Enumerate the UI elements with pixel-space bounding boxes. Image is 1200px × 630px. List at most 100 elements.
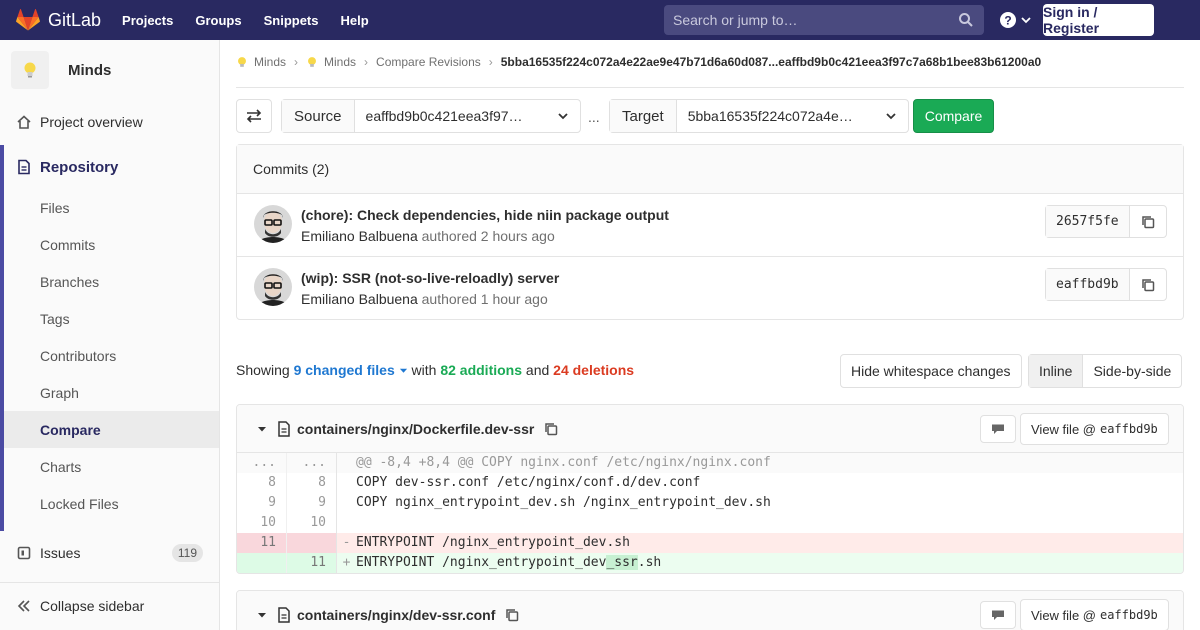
old-line-number[interactable]: 10 (237, 513, 287, 533)
commit-title-link[interactable]: (chore): Check dependencies, hide niin p… (301, 207, 669, 223)
project-header[interactable]: Minds (0, 40, 219, 100)
changed-files-count: 9 changed files (293, 362, 395, 378)
breadcrumb-project[interactable]: Minds (324, 55, 356, 69)
diff-body: ... ... @@ -8,4 +8,4 @@ COPY nginx.conf … (237, 453, 1183, 573)
file-path-link[interactable]: containers/nginx/Dockerfile.dev-ssr (297, 421, 534, 437)
toggle-comments-button[interactable] (980, 601, 1016, 629)
help-dropdown[interactable]: ? (999, 11, 1032, 29)
nav-help[interactable]: Help (341, 13, 369, 28)
nav-snippets[interactable]: Snippets (264, 13, 319, 28)
commit-row: (wip): SSR (not-so-live-reloadly) server… (237, 257, 1183, 320)
swap-revisions-button[interactable] (236, 99, 272, 133)
sidebar-item-commits[interactable]: Commits (4, 226, 219, 263)
view-file-sha: eaffbd9b (1099, 608, 1158, 622)
diff-marker: + (342, 555, 351, 570)
side-by-side-view-button[interactable]: Side-by-side (1083, 355, 1181, 387)
breadcrumb-current[interactable]: 5bba16535f224c072a4e22ae9e47b71d6a60d087… (501, 55, 1041, 69)
new-line-number[interactable]: 8 (287, 473, 337, 493)
issues-icon (17, 546, 31, 560)
caret-down-icon (399, 368, 407, 373)
breadcrumb-compare[interactable]: Compare Revisions (376, 55, 481, 69)
project-avatar (11, 51, 49, 89)
new-line-number[interactable] (287, 533, 337, 553)
commit-title-link[interactable]: (wip): SSR (not-so-live-reloadly) server (301, 270, 559, 286)
new-line-number[interactable]: 11 (287, 553, 337, 573)
copy-icon[interactable] (544, 422, 558, 436)
nav-groups[interactable]: Groups (195, 13, 241, 28)
caret-down-icon[interactable] (257, 424, 267, 434)
caret-down-icon[interactable] (257, 610, 267, 620)
author-avatar[interactable] (254, 205, 292, 243)
breadcrumb-separator: › (488, 55, 493, 69)
sidebar-item-branches[interactable]: Branches (4, 263, 219, 300)
copy-icon[interactable] (505, 608, 519, 622)
sidebar-item-graph[interactable]: Graph (4, 374, 219, 411)
toggle-comments-button[interactable] (980, 415, 1016, 443)
double-chevron-left-icon (17, 600, 30, 612)
target-revision-dropdown[interactable]: 5bba16535f224c072a4e… (677, 100, 908, 132)
search-icon (959, 13, 973, 27)
commit-author-link[interactable]: Emiliano Balbuena (301, 228, 418, 244)
breadcrumb-namespace[interactable]: Minds (254, 55, 286, 69)
breadcrumb-divider (236, 87, 1184, 88)
collapse-sidebar-button[interactable]: Collapse sidebar (0, 594, 219, 618)
author-avatar[interactable] (254, 268, 292, 306)
copy-icon (1141, 278, 1154, 291)
sidebar-item-label: Issues (40, 545, 81, 561)
sign-in-button[interactable]: Sign in / Register (1043, 4, 1154, 36)
compare-button[interactable]: Compare (913, 99, 994, 133)
nav-projects[interactable]: Projects (122, 13, 173, 28)
old-line-number[interactable]: 11 (237, 533, 287, 553)
diff-file-header: containers/nginx/Dockerfile.dev-ssr View… (237, 405, 1183, 453)
sidebar-item-repository[interactable]: Repository (4, 145, 219, 189)
commit-sha-link[interactable]: eaffbd9b (1046, 269, 1130, 300)
diff-code: COPY dev-ssr.conf /etc/nginx/conf.d/dev.… (356, 475, 701, 490)
commit-sha-group: 2657f5fe (1045, 205, 1167, 238)
old-line-number[interactable] (237, 553, 287, 573)
source-revision-dropdown[interactable]: eaffbd9b0c421eea3f97… (355, 100, 580, 132)
view-file-button[interactable]: View file @ eaffbd9b (1020, 413, 1169, 445)
sidebar-item-locked-files[interactable]: Locked Files (4, 485, 219, 522)
sidebar-item-charts[interactable]: Charts (4, 448, 219, 485)
hide-whitespace-button[interactable]: Hide whitespace changes (840, 354, 1022, 388)
inline-view-button[interactable]: Inline (1029, 355, 1084, 387)
sidebar-divider (0, 582, 219, 583)
diff-view-toggle: Inline Side-by-side (1028, 354, 1183, 388)
sidebar-repository-section: Repository Files Commits Branches Tags C… (0, 145, 219, 531)
search-input[interactable]: Search or jump to… (664, 5, 984, 35)
copy-sha-button[interactable] (1130, 269, 1166, 300)
gitlab-home-link[interactable]: GitLab (16, 0, 101, 40)
sidebar-item-tags[interactable]: Tags (4, 300, 219, 337)
home-icon (17, 115, 31, 129)
sidebar-item-files[interactable]: Files (4, 189, 219, 226)
commit-time: authored 1 hour ago (421, 291, 548, 307)
commit-sha-link[interactable]: 2657f5fe (1046, 206, 1130, 237)
old-line-number[interactable]: 9 (237, 493, 287, 513)
new-line-number[interactable]: 9 (287, 493, 337, 513)
diff-code: ENTRYPOINT /nginx_entrypoint_dev_ssr.sh (356, 553, 661, 573)
diff-file-header: containers/nginx/dev-ssr.conf View file … (237, 591, 1183, 630)
new-line-number[interactable]: ... (287, 453, 337, 473)
diff-marker (337, 473, 356, 493)
old-line-number[interactable]: ... (237, 453, 287, 473)
diff-code: COPY nginx_entrypoint_dev.sh /nginx_entr… (356, 495, 771, 510)
sidebar-item-compare[interactable]: Compare (4, 411, 219, 448)
view-file-button[interactable]: View file @ eaffbd9b (1020, 599, 1169, 630)
question-icon: ? (1000, 12, 1016, 28)
lightbulb-icon (308, 56, 316, 67)
commit-author-link[interactable]: Emiliano Balbuena (301, 291, 418, 307)
diff-code-segment: ENTRYPOINT /nginx_entrypoint_dev (356, 555, 607, 570)
target-revision-group: Target 5bba16535f224c072a4e… (609, 99, 909, 133)
old-line-number[interactable]: 8 (237, 473, 287, 493)
swap-arrows-icon (246, 109, 262, 123)
commit-meta: Emiliano Balbuena authored 1 hour ago (301, 291, 548, 307)
copy-sha-button[interactable] (1130, 206, 1166, 237)
commit-time: authored 2 hours ago (421, 228, 555, 244)
changed-files-dropdown[interactable]: 9 changed files (294, 362, 408, 378)
file-path-link[interactable]: containers/nginx/dev-ssr.conf (297, 607, 495, 623)
sidebar-item-issues[interactable]: Issues 119 (0, 540, 219, 566)
sidebar-item-project-overview[interactable]: Project overview (0, 110, 219, 134)
diff-line-removed: 11 - ENTRYPOINT /nginx_entrypoint_dev.sh (237, 533, 1183, 553)
new-line-number[interactable]: 10 (287, 513, 337, 533)
sidebar-item-contributors[interactable]: Contributors (4, 337, 219, 374)
